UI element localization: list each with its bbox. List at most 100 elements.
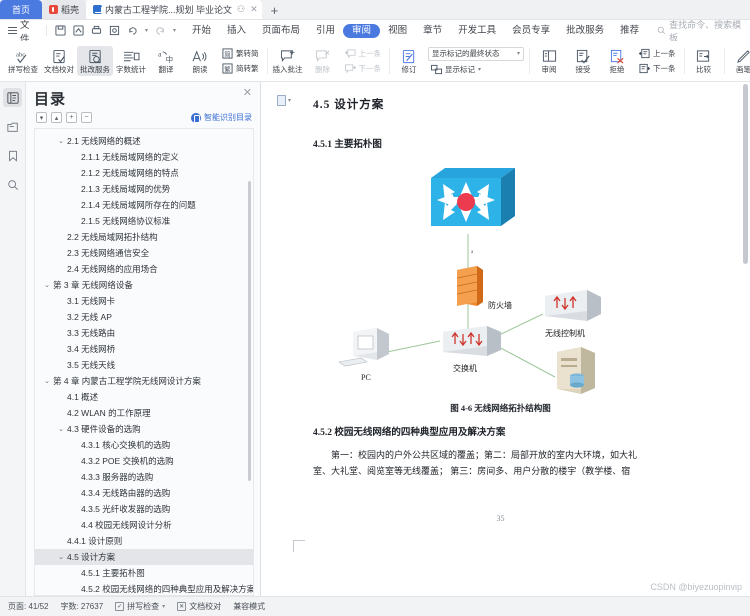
toc-scrollbar[interactable] (248, 181, 251, 481)
next-change-button[interactable]: 下一条 (636, 62, 679, 75)
toc-item[interactable]: ⌄2.2 无线局域网拓扑结构 (35, 229, 253, 245)
customize-quick-access-icon[interactable]: ▾ (173, 27, 176, 34)
show-markup-button[interactable]: 显示标记 ▾ (428, 63, 524, 76)
reject-button[interactable]: 拒绝 (600, 46, 634, 76)
correction-service-button[interactable]: 批改服务 (77, 46, 113, 76)
redo-icon[interactable] (155, 25, 166, 36)
ribbon-tab-page-layout[interactable]: 页面布局 (254, 20, 308, 41)
toc-item[interactable]: ⌄4.5.1 主要拓朴图 (35, 565, 253, 581)
smart-toc-button[interactable]: 智能识别目录 (191, 112, 252, 123)
tab-docker[interactable]: 稻壳 (42, 0, 87, 19)
toc-item[interactable]: ⌄3.4 无线网桥 (35, 341, 253, 357)
delete-comment-button[interactable]: 删除 (306, 46, 340, 76)
toc-item[interactable]: ⌄4.5.2 校园无线网络的四种典型应用及解决方案 (35, 581, 253, 595)
ribbon-tab-developer[interactable]: 开发工具 (450, 20, 504, 41)
new-tab-button[interactable]: + (262, 2, 288, 19)
toc-item[interactable]: ⌄4.4 校园无线网设计分析 (35, 517, 253, 533)
translate-button[interactable]: a中 翻译 (149, 46, 183, 76)
undo-icon[interactable] (127, 25, 138, 36)
close-icon[interactable]: ✕ (243, 88, 252, 99)
chevron-down-icon[interactable]: ⌄ (43, 281, 51, 289)
read-aloud-button[interactable]: 朗读 (183, 46, 217, 76)
chevron-down-icon[interactable]: ⌄ (57, 137, 65, 145)
toc-item[interactable]: ⌄ 第 4 章 内蒙古工程学院无线网设计方案 (35, 373, 253, 389)
toc-item[interactable]: ⌄4.3.2 POE 交换机的选购 (35, 453, 253, 469)
pen-button[interactable]: 画笔 (727, 46, 750, 76)
ribbon-tab-references[interactable]: 引用 (308, 20, 343, 41)
toc-item[interactable]: ⌄2.1.3 无线局域网的优势 (35, 181, 253, 197)
insert-comment-button[interactable]: 插入批注 (270, 46, 306, 76)
search-icon[interactable] (3, 175, 22, 194)
chevron-down-icon[interactable]: ⌄ (57, 553, 65, 561)
toc-item[interactable]: ⌄ 2.1 无线网络的概述 (35, 133, 253, 149)
toc-item[interactable]: ⌄3.2 无线 AP (35, 309, 253, 325)
chevron-down-icon[interactable]: ⌄ (57, 425, 65, 433)
toc-item[interactable]: ⌄ 4.3 硬件设备的选购 (35, 421, 253, 437)
print-preview-icon[interactable] (109, 25, 120, 36)
save-icon[interactable] (55, 25, 66, 36)
spellcheck-button[interactable]: abc 拼写检查 (5, 46, 41, 76)
ribbon-tab-start[interactable]: 开始 (184, 20, 219, 41)
status-word-count[interactable]: 字数: 27637 (60, 601, 103, 612)
toc-item[interactable]: ⌄2.4 无线网络的应用场合 (35, 261, 253, 277)
tab-close-icon[interactable]: ✕ (250, 4, 258, 15)
save-as-icon[interactable] (73, 25, 84, 36)
bookmark-icon[interactable] (3, 146, 22, 165)
command-search[interactable]: 查找命令、搜索模板 (657, 18, 750, 44)
ribbon-tab-correction-service[interactable]: 批改服务 (558, 20, 612, 41)
word-count-button[interactable]: 字数统计 (113, 46, 149, 76)
next-comment-button[interactable]: 下一条 (342, 62, 385, 75)
chevron-down-icon[interactable]: ⌄ (43, 377, 51, 385)
tab-comment-icon[interactable]: ⚇ (237, 4, 245, 15)
status-page[interactable]: 页面: 41/52 (8, 601, 48, 612)
toc-item[interactable]: ⌄4.3.5 光纤收发器的选购 (35, 501, 253, 517)
toc-item[interactable]: ⌄4.3.1 核心交换机的选购 (35, 437, 253, 453)
paragraph-mark-button[interactable]: ▾ (277, 95, 291, 106)
print-icon[interactable] (91, 25, 102, 36)
ribbon-tab-view[interactable]: 视图 (380, 20, 415, 41)
toc-item[interactable]: ⌄3.1 无线网卡 (35, 293, 253, 309)
toc-item[interactable]: ⌄4.4.1 设计原则 (35, 533, 253, 549)
toc-item[interactable]: ⌄2.1.2 无线局域网络的特点 (35, 165, 253, 181)
compare-button[interactable]: 比较 (687, 46, 721, 76)
tab-document[interactable]: 内蒙古工程学院...规划 毕业论文 ⚇ ✕ (86, 0, 262, 19)
status-proofread[interactable]: ✕ 文档校对 (177, 601, 221, 612)
toc-item[interactable]: ⌄4.2 WLAN 的工作原理 (35, 405, 253, 421)
ribbon-tab-member[interactable]: 会员专享 (504, 20, 558, 41)
toc-item[interactable]: ⌄2.1.1 无线局域网络的定义 (35, 149, 253, 165)
simplified-to-traditional-button[interactable]: 繁 简转繁 (219, 62, 262, 75)
status-compat-mode[interactable]: 兼容模式 (233, 601, 265, 612)
toc-item[interactable]: ⌄ 第 3 章 无线网络设备 (35, 277, 253, 293)
markup-state-select[interactable]: 显示标记的最终状态 ▾ (428, 46, 524, 61)
toc-item[interactable]: ⌄2.1.4 无线局域网所存在的问题 (35, 197, 253, 213)
traditional-to-simplified-button[interactable]: 简 繁转简 (219, 47, 262, 60)
toc-item[interactable]: ⌄ 4.5 设计方案 (35, 549, 253, 565)
toc-item[interactable]: ⌄4.1 概述 (35, 389, 253, 405)
track-changes-button[interactable]: 修订 (392, 46, 426, 76)
level-up-icon[interactable]: + (66, 112, 77, 123)
proofread-button[interactable]: 文档校对 (41, 46, 77, 76)
level-down-icon[interactable]: − (81, 112, 92, 123)
undo-dropdown-icon[interactable]: ▾ (145, 27, 148, 34)
toc-item[interactable]: ⌄3.3 无线路由 (35, 325, 253, 341)
expand-all-icon[interactable]: ▾ (36, 112, 47, 123)
document-scrollbar[interactable] (743, 84, 748, 264)
accept-button[interactable]: 接受 (566, 46, 600, 76)
toc-item[interactable]: ⌄2.1.5 无线网络协议标准 (35, 213, 253, 229)
document-page[interactable]: ▾ 4.5 设计方案 4.5.1 主要拓朴图 防火墙 交换机 PC 无线控制机 … (261, 82, 750, 596)
toc-item[interactable]: ⌄3.5 无线天线 (35, 357, 253, 373)
collapse-all-icon[interactable]: ▴ (51, 112, 62, 123)
tab-home[interactable]: 首页 (0, 0, 43, 19)
thumbnails-icon[interactable] (3, 117, 22, 136)
reviewing-pane-button[interactable]: 审阅 (532, 46, 566, 76)
ribbon-tab-recommend[interactable]: 推荐 (612, 20, 647, 41)
status-spellcheck[interactable]: ✓ 拼写检查 ▾ (115, 601, 165, 612)
ribbon-tab-review[interactable]: 审阅 (343, 23, 381, 38)
ribbon-tab-insert[interactable]: 插入 (219, 20, 254, 41)
previous-comment-button[interactable]: 上一条 (342, 47, 385, 60)
toc-item[interactable]: ⌄4.3.4 无线路由器的选购 (35, 485, 253, 501)
previous-change-button[interactable]: 上一条 (636, 47, 679, 60)
toc-item[interactable]: ⌄4.3.3 服务器的选购 (35, 469, 253, 485)
outline-icon[interactable] (3, 88, 22, 107)
document-canvas[interactable]: ▾ 4.5 设计方案 4.5.1 主要拓朴图 防火墙 交换机 PC 无线控制机 … (261, 82, 750, 596)
